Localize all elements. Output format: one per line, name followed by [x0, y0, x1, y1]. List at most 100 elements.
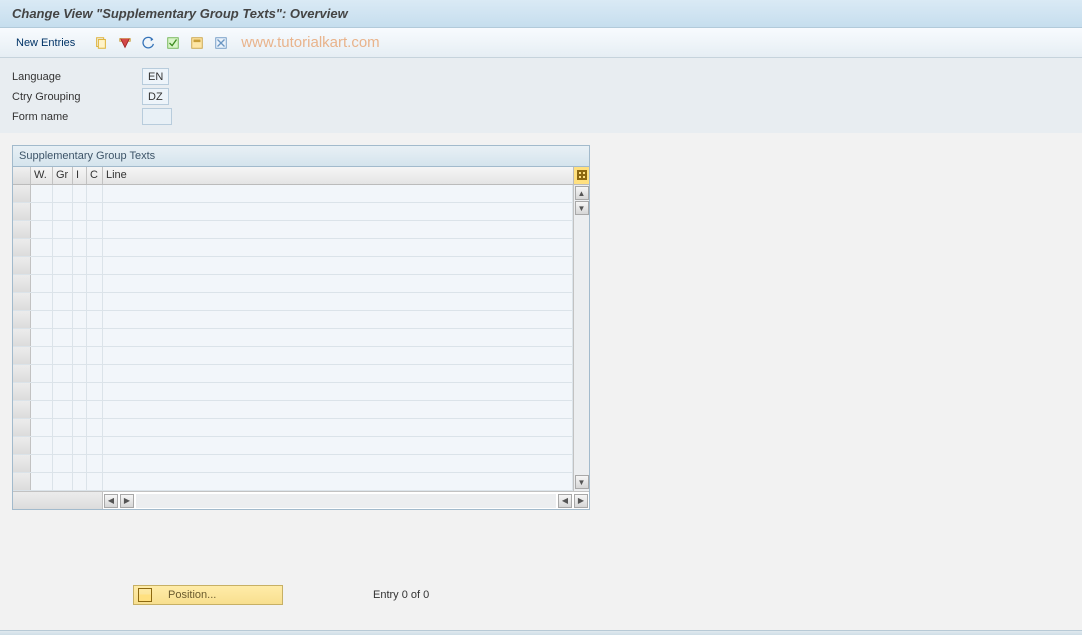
- cell-c[interactable]: [87, 293, 103, 310]
- cell-i[interactable]: [73, 311, 87, 328]
- table-row[interactable]: [13, 185, 573, 203]
- cell-gr[interactable]: [53, 419, 73, 436]
- cell-gr[interactable]: [53, 275, 73, 292]
- cell-gr[interactable]: [53, 221, 73, 238]
- table-row[interactable]: [13, 401, 573, 419]
- cell-w[interactable]: [31, 203, 53, 220]
- cell-i[interactable]: [73, 275, 87, 292]
- cell-i[interactable]: [73, 437, 87, 454]
- cell-c[interactable]: [87, 419, 103, 436]
- table-row[interactable]: [13, 293, 573, 311]
- cell-i[interactable]: [73, 203, 87, 220]
- cell-w[interactable]: [31, 311, 53, 328]
- cell-gr[interactable]: [53, 257, 73, 274]
- cell-gr[interactable]: [53, 203, 73, 220]
- cell-line[interactable]: [103, 437, 573, 454]
- cell-w[interactable]: [31, 347, 53, 364]
- cell-i[interactable]: [73, 185, 87, 202]
- cell-c[interactable]: [87, 437, 103, 454]
- cell-line[interactable]: [103, 383, 573, 400]
- cell-i[interactable]: [73, 383, 87, 400]
- table-config-icon[interactable]: [573, 167, 589, 184]
- scroll-left-icon[interactable]: ◀: [104, 494, 118, 508]
- row-selector[interactable]: [13, 419, 31, 436]
- row-selector[interactable]: [13, 329, 31, 346]
- delete-icon[interactable]: [115, 33, 135, 53]
- undo-icon[interactable]: [139, 33, 159, 53]
- column-i[interactable]: I: [73, 167, 87, 184]
- cell-c[interactable]: [87, 239, 103, 256]
- cell-w[interactable]: [31, 383, 53, 400]
- cell-w[interactable]: [31, 473, 53, 490]
- cell-line[interactable]: [103, 257, 573, 274]
- copy-icon[interactable]: [91, 33, 111, 53]
- cell-c[interactable]: [87, 329, 103, 346]
- row-selector[interactable]: [13, 311, 31, 328]
- scroll-down-step-icon[interactable]: ▼: [575, 201, 589, 215]
- select-block-icon[interactable]: [187, 33, 207, 53]
- table-row[interactable]: [13, 221, 573, 239]
- cell-line[interactable]: [103, 221, 573, 238]
- cell-w[interactable]: [31, 221, 53, 238]
- column-c[interactable]: C: [87, 167, 103, 184]
- cell-i[interactable]: [73, 239, 87, 256]
- column-line[interactable]: Line: [103, 167, 589, 184]
- hscroll-track[interactable]: [136, 494, 556, 508]
- cell-i[interactable]: [73, 221, 87, 238]
- cell-w[interactable]: [31, 419, 53, 436]
- row-selector[interactable]: [13, 383, 31, 400]
- language-field[interactable]: EN: [142, 68, 169, 85]
- scroll-right-step-icon[interactable]: ▶: [120, 494, 134, 508]
- table-row[interactable]: [13, 239, 573, 257]
- column-gr[interactable]: Gr: [53, 167, 73, 184]
- select-all-icon[interactable]: [163, 33, 183, 53]
- form-name-field[interactable]: [142, 108, 172, 125]
- cell-line[interactable]: [103, 329, 573, 346]
- cell-line[interactable]: [103, 365, 573, 382]
- horizontal-scrollbar[interactable]: ◀ ▶ ◀ ▶: [13, 491, 589, 509]
- table-row[interactable]: [13, 275, 573, 293]
- cell-gr[interactable]: [53, 383, 73, 400]
- row-selector[interactable]: [13, 347, 31, 364]
- table-row[interactable]: [13, 419, 573, 437]
- cell-c[interactable]: [87, 383, 103, 400]
- cell-line[interactable]: [103, 311, 573, 328]
- cell-c[interactable]: [87, 221, 103, 238]
- row-selector[interactable]: [13, 239, 31, 256]
- row-selector[interactable]: [13, 275, 31, 292]
- cell-w[interactable]: [31, 257, 53, 274]
- cell-w[interactable]: [31, 239, 53, 256]
- cell-c[interactable]: [87, 257, 103, 274]
- cell-c[interactable]: [87, 455, 103, 472]
- row-selector[interactable]: [13, 221, 31, 238]
- table-row[interactable]: [13, 437, 573, 455]
- cell-line[interactable]: [103, 347, 573, 364]
- cell-line[interactable]: [103, 239, 573, 256]
- cell-c[interactable]: [87, 347, 103, 364]
- table-row[interactable]: [13, 347, 573, 365]
- row-selector[interactable]: [13, 437, 31, 454]
- cell-w[interactable]: [31, 185, 53, 202]
- scroll-right-icon[interactable]: ▶: [574, 494, 588, 508]
- cell-gr[interactable]: [53, 401, 73, 418]
- cell-w[interactable]: [31, 455, 53, 472]
- cell-w[interactable]: [31, 275, 53, 292]
- cell-gr[interactable]: [53, 455, 73, 472]
- cell-c[interactable]: [87, 365, 103, 382]
- cell-c[interactable]: [87, 473, 103, 490]
- table-row[interactable]: [13, 383, 573, 401]
- cell-w[interactable]: [31, 365, 53, 382]
- cell-i[interactable]: [73, 455, 87, 472]
- cell-line[interactable]: [103, 455, 573, 472]
- table-row[interactable]: [13, 329, 573, 347]
- scroll-left-end-icon[interactable]: ◀: [558, 494, 572, 508]
- row-selector[interactable]: [13, 455, 31, 472]
- column-w[interactable]: W.: [31, 167, 53, 184]
- table-row[interactable]: [13, 311, 573, 329]
- vertical-scrollbar[interactable]: ▲ ▼ ▼: [573, 185, 589, 491]
- cell-i[interactable]: [73, 347, 87, 364]
- cell-line[interactable]: [103, 473, 573, 490]
- cell-w[interactable]: [31, 401, 53, 418]
- table-row[interactable]: [13, 473, 573, 491]
- scroll-up-icon[interactable]: ▲: [575, 186, 589, 200]
